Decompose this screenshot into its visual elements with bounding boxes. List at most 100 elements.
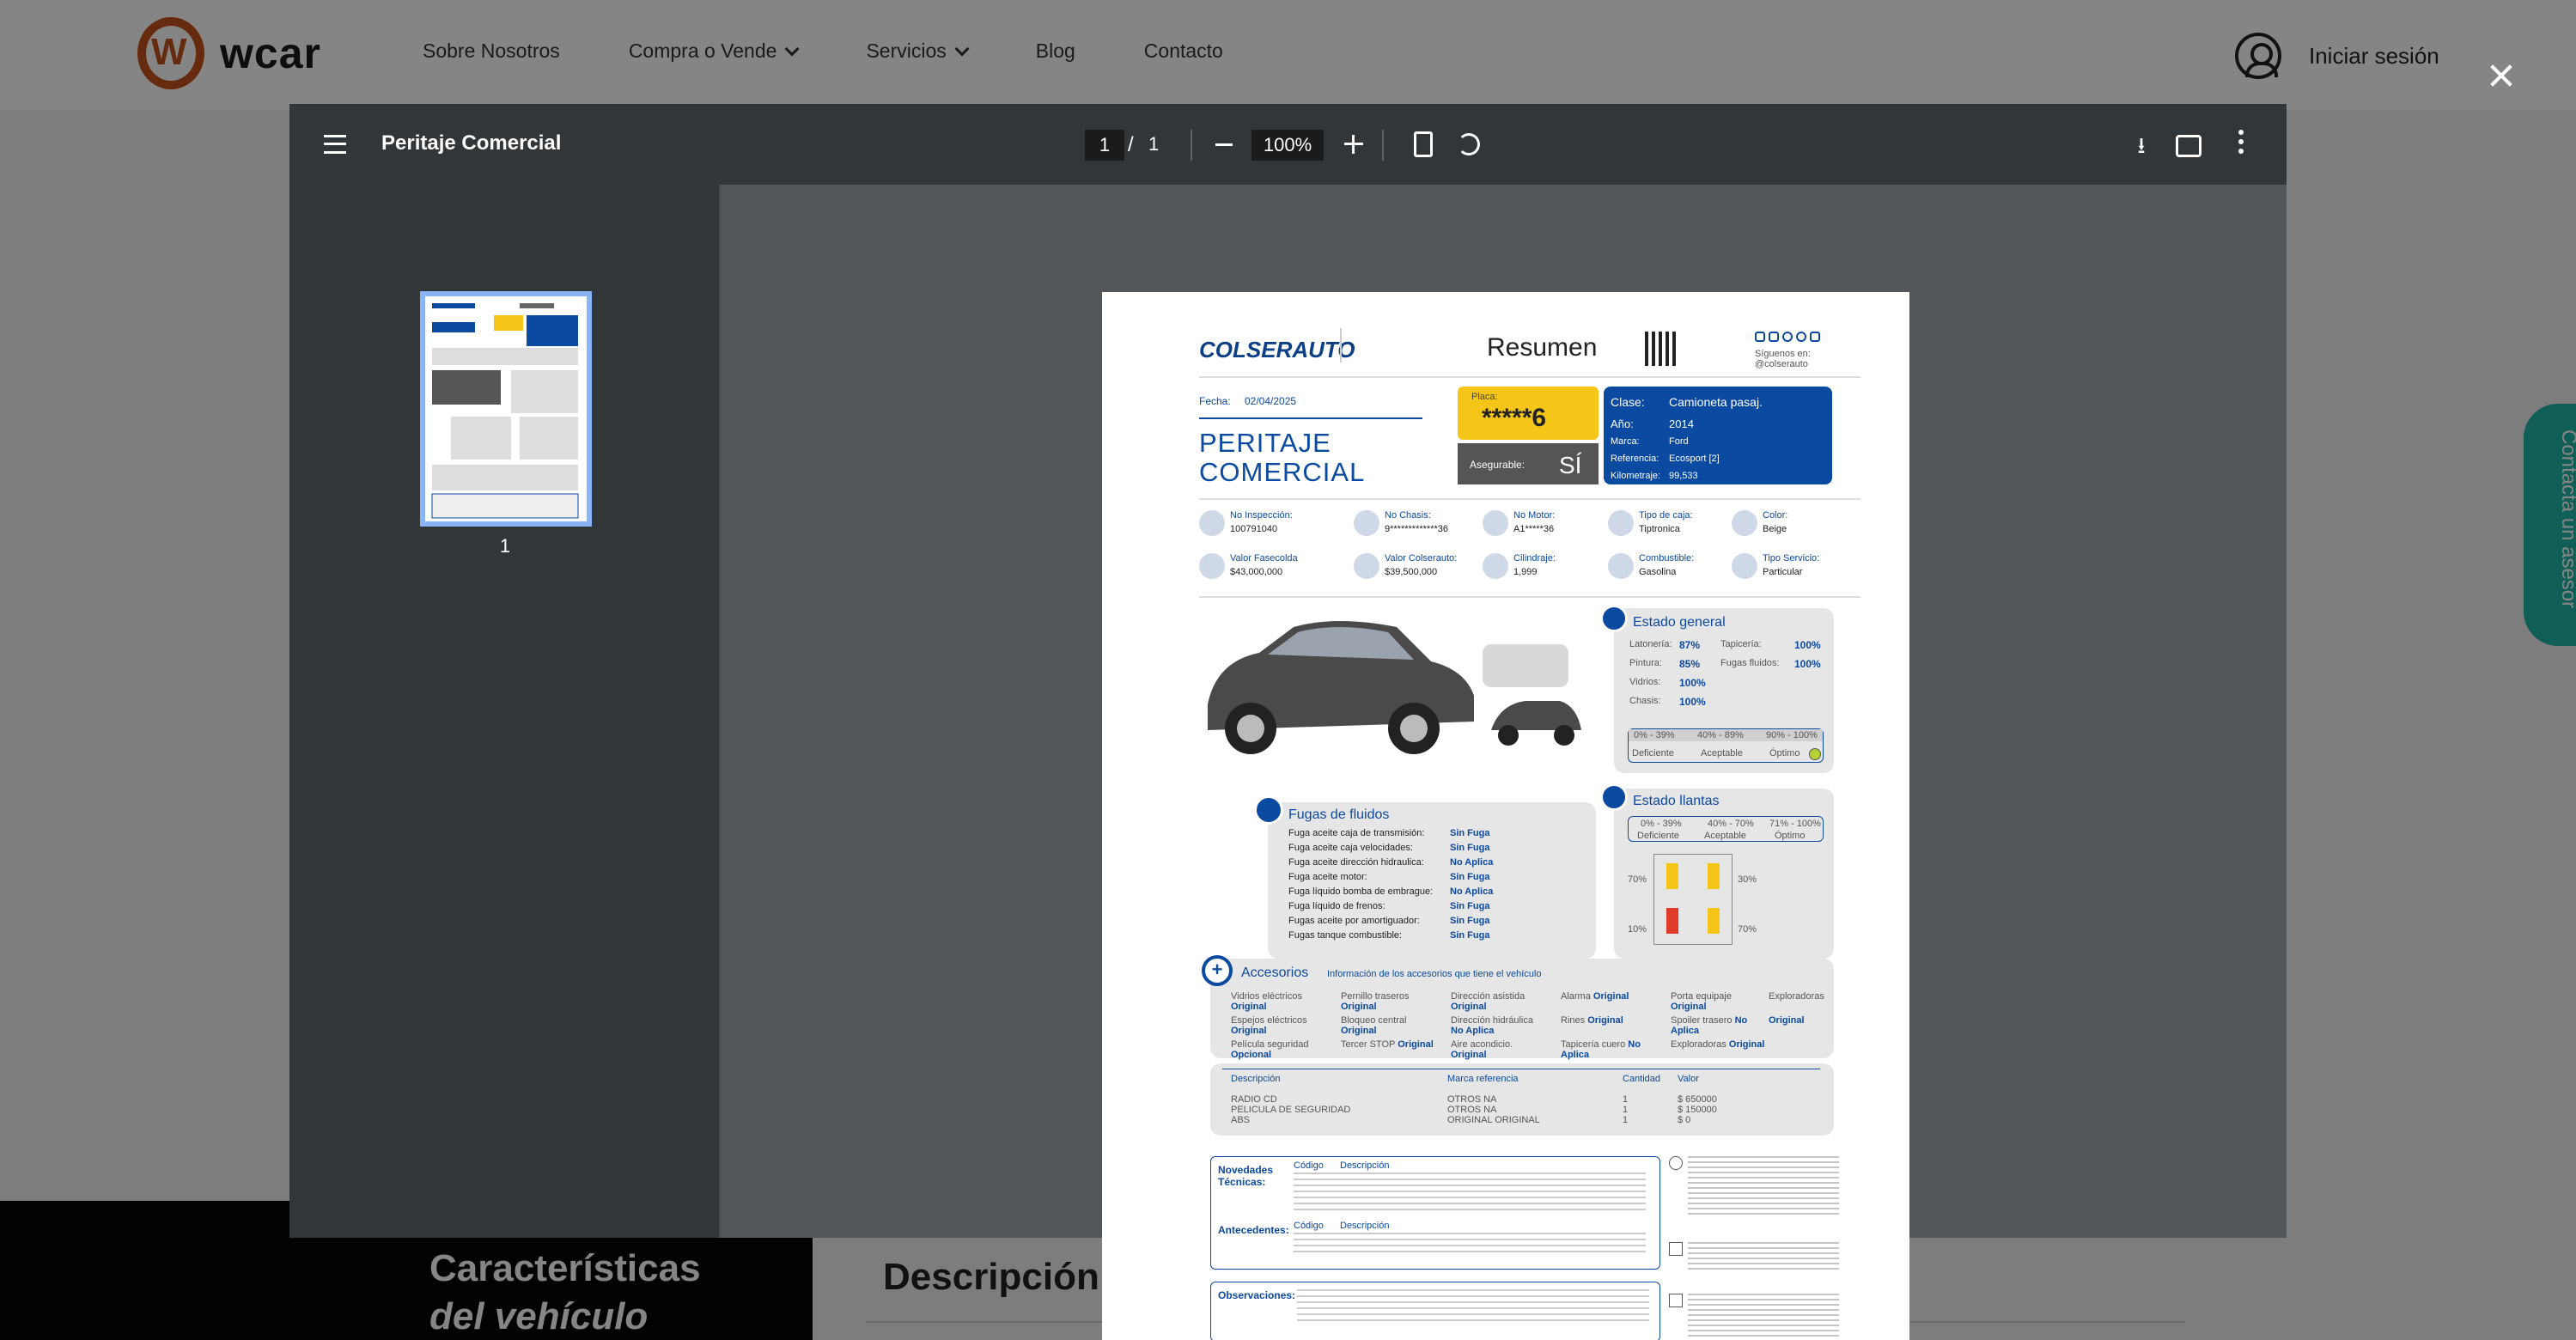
leak-label: Fuga aceite caja de transmisión: bbox=[1288, 828, 1425, 838]
tire-value: 70% bbox=[1738, 924, 1757, 935]
info-value: Particular bbox=[1763, 567, 1803, 577]
page-total: 1 bbox=[1148, 133, 1160, 155]
car-illustration bbox=[1208, 621, 1581, 754]
pdf-toolbar: Peritaje Comercial 1 / 1 100% ⭳ bbox=[289, 104, 2287, 185]
leak-label: Fugas tanque combustible: bbox=[1288, 930, 1403, 941]
accessory-item: Spoiler trasero No Aplica bbox=[1671, 1015, 1748, 1036]
general-state-icon bbox=[1600, 605, 1628, 632]
page-separator: / bbox=[1128, 133, 1134, 156]
leak-label: Fuga líquido de frenos: bbox=[1288, 901, 1385, 911]
tire-value: 30% bbox=[1738, 874, 1757, 885]
leak-label: Fuga aceite motor: bbox=[1288, 872, 1367, 882]
leak-label: Fuga aceite dirección hidraulica: bbox=[1288, 857, 1424, 868]
tire-front-left bbox=[1666, 863, 1678, 889]
report-title-line2: COMERCIAL bbox=[1199, 457, 1366, 487]
plate-label: Placa: bbox=[1471, 392, 1498, 402]
spec-label: Referencia: bbox=[1611, 454, 1659, 464]
table-header: Cantidad bbox=[1623, 1074, 1661, 1084]
spec-value: Camioneta pasaj. bbox=[1669, 395, 1763, 409]
state-value: 100% bbox=[1794, 639, 1821, 651]
observations-title: Observaciones: bbox=[1218, 1289, 1296, 1301]
more-options-icon[interactable] bbox=[2238, 130, 2244, 159]
zoom-input[interactable]: 100% bbox=[1251, 130, 1324, 161]
table-cell: $ 150000 bbox=[1678, 1105, 1717, 1115]
inspection-icon bbox=[1199, 510, 1225, 536]
description-header: Descripción bbox=[1340, 1160, 1390, 1171]
accessory-item: Pernillo traseros Original bbox=[1341, 991, 1410, 1012]
close-icon[interactable] bbox=[2488, 62, 2515, 89]
document-title: Peritaje Comercial bbox=[381, 131, 562, 155]
leak-value: Sin Fuga bbox=[1450, 901, 1490, 911]
add-icon: + bbox=[1202, 955, 1233, 986]
general-state-title: Estado general bbox=[1633, 615, 1726, 630]
leak-value: No Aplica bbox=[1450, 886, 1494, 897]
pdf-page: COLSERAUTO Resumen Síguenos en: @colsera… bbox=[1102, 292, 1909, 1340]
state-label: Pintura: bbox=[1629, 658, 1662, 668]
social-icon[interactable] bbox=[1769, 332, 1779, 342]
accessories-grid: Vidrios eléctricos Original Pernillo tra… bbox=[1231, 991, 1832, 1060]
state-label: Chasis: bbox=[1629, 696, 1661, 706]
info-label: Valor Colserauto: bbox=[1385, 553, 1458, 563]
zoom-out-icon[interactable] bbox=[1215, 143, 1233, 146]
page-number-input[interactable]: 1 bbox=[1085, 130, 1124, 161]
menu-icon[interactable] bbox=[324, 135, 346, 154]
info-icon bbox=[1669, 1156, 1683, 1170]
description-header: Descripción bbox=[1340, 1221, 1390, 1231]
state-label: Vidrios: bbox=[1629, 677, 1661, 687]
state-label: Fugas fluidos: bbox=[1720, 658, 1780, 668]
accessories-subtitle: Información de los accesorios que tiene … bbox=[1327, 969, 1542, 979]
chassis-icon bbox=[1354, 510, 1379, 536]
social-icon[interactable] bbox=[1796, 332, 1806, 342]
scale-label: Aceptable bbox=[1704, 831, 1746, 841]
tire-scale: 0% - 39% 40% - 70% 71% - 100% Deficiente… bbox=[1628, 816, 1824, 842]
tire-rear-right bbox=[1708, 908, 1720, 934]
page-thumbnail[interactable] bbox=[420, 291, 592, 527]
state-value: 87% bbox=[1679, 639, 1701, 651]
disclaimer-text-lines bbox=[1688, 1242, 1839, 1271]
social-icon[interactable] bbox=[1782, 332, 1793, 342]
disclaimer-text-lines bbox=[1688, 1294, 1839, 1340]
service-icon bbox=[1732, 553, 1757, 579]
scale-range: 71% - 100% bbox=[1769, 819, 1821, 829]
download-icon[interactable]: ⭳ bbox=[2129, 130, 2153, 159]
info-label: Cilindraje: bbox=[1513, 553, 1556, 563]
document-icon bbox=[1669, 1294, 1683, 1307]
accessory-item: Aire acondicio. Original bbox=[1451, 1039, 1513, 1060]
print-icon[interactable] bbox=[2176, 135, 2201, 157]
divider bbox=[1191, 130, 1192, 161]
accessory-item: Rines Original bbox=[1561, 1015, 1623, 1026]
info-value: 9*************36 bbox=[1385, 524, 1449, 534]
insurable-value: SÍ bbox=[1559, 452, 1582, 478]
table-cell: ORIGINAL ORIGINAL bbox=[1447, 1115, 1540, 1125]
scale-range: 0% - 39% bbox=[1634, 730, 1675, 740]
state-value: 100% bbox=[1794, 658, 1821, 670]
accessory-item: Espejos eléctricos Original bbox=[1231, 1015, 1307, 1036]
info-value: 100791040 bbox=[1230, 524, 1278, 534]
info-label: Valor Fasecolda bbox=[1230, 553, 1298, 563]
accessory-item: Dirección asistida Original bbox=[1451, 991, 1526, 1012]
spec-value: 2014 bbox=[1669, 417, 1694, 430]
divider bbox=[1199, 596, 1860, 598]
cylinder-icon bbox=[1483, 553, 1508, 579]
info-value: A1*****36 bbox=[1513, 524, 1555, 534]
rotate-icon[interactable] bbox=[1458, 133, 1480, 155]
divider bbox=[1199, 498, 1860, 500]
table-header: Valor bbox=[1678, 1074, 1699, 1084]
zoom-in-icon[interactable] bbox=[1344, 135, 1363, 154]
thumbnail-sidebar: 1 bbox=[289, 185, 721, 1238]
info-label: Color: bbox=[1763, 510, 1788, 521]
info-label: No Chasis: bbox=[1385, 510, 1431, 521]
info-label: No Motor: bbox=[1513, 510, 1556, 521]
follow-text: Síguenos en: @colserauto bbox=[1755, 349, 1811, 369]
info-value: Gasolina bbox=[1639, 567, 1677, 577]
state-label: Tapicería: bbox=[1720, 639, 1762, 649]
disclaimer-column bbox=[1669, 1156, 1841, 1340]
accessory-item: Tercer STOP Original bbox=[1341, 1039, 1434, 1050]
social-icon[interactable] bbox=[1755, 332, 1765, 342]
scale-range: 40% - 89% bbox=[1697, 730, 1744, 740]
tires-state-box: Estado llantas 0% - 39% 40% - 70% 71% - … bbox=[1600, 783, 1834, 959]
social-icon[interactable] bbox=[1810, 332, 1820, 342]
optimal-indicator bbox=[1809, 748, 1821, 760]
fit-page-icon[interactable] bbox=[1414, 131, 1433, 157]
accessories-table: Descripción Marca referencia Cantidad Va… bbox=[1210, 1063, 1834, 1136]
